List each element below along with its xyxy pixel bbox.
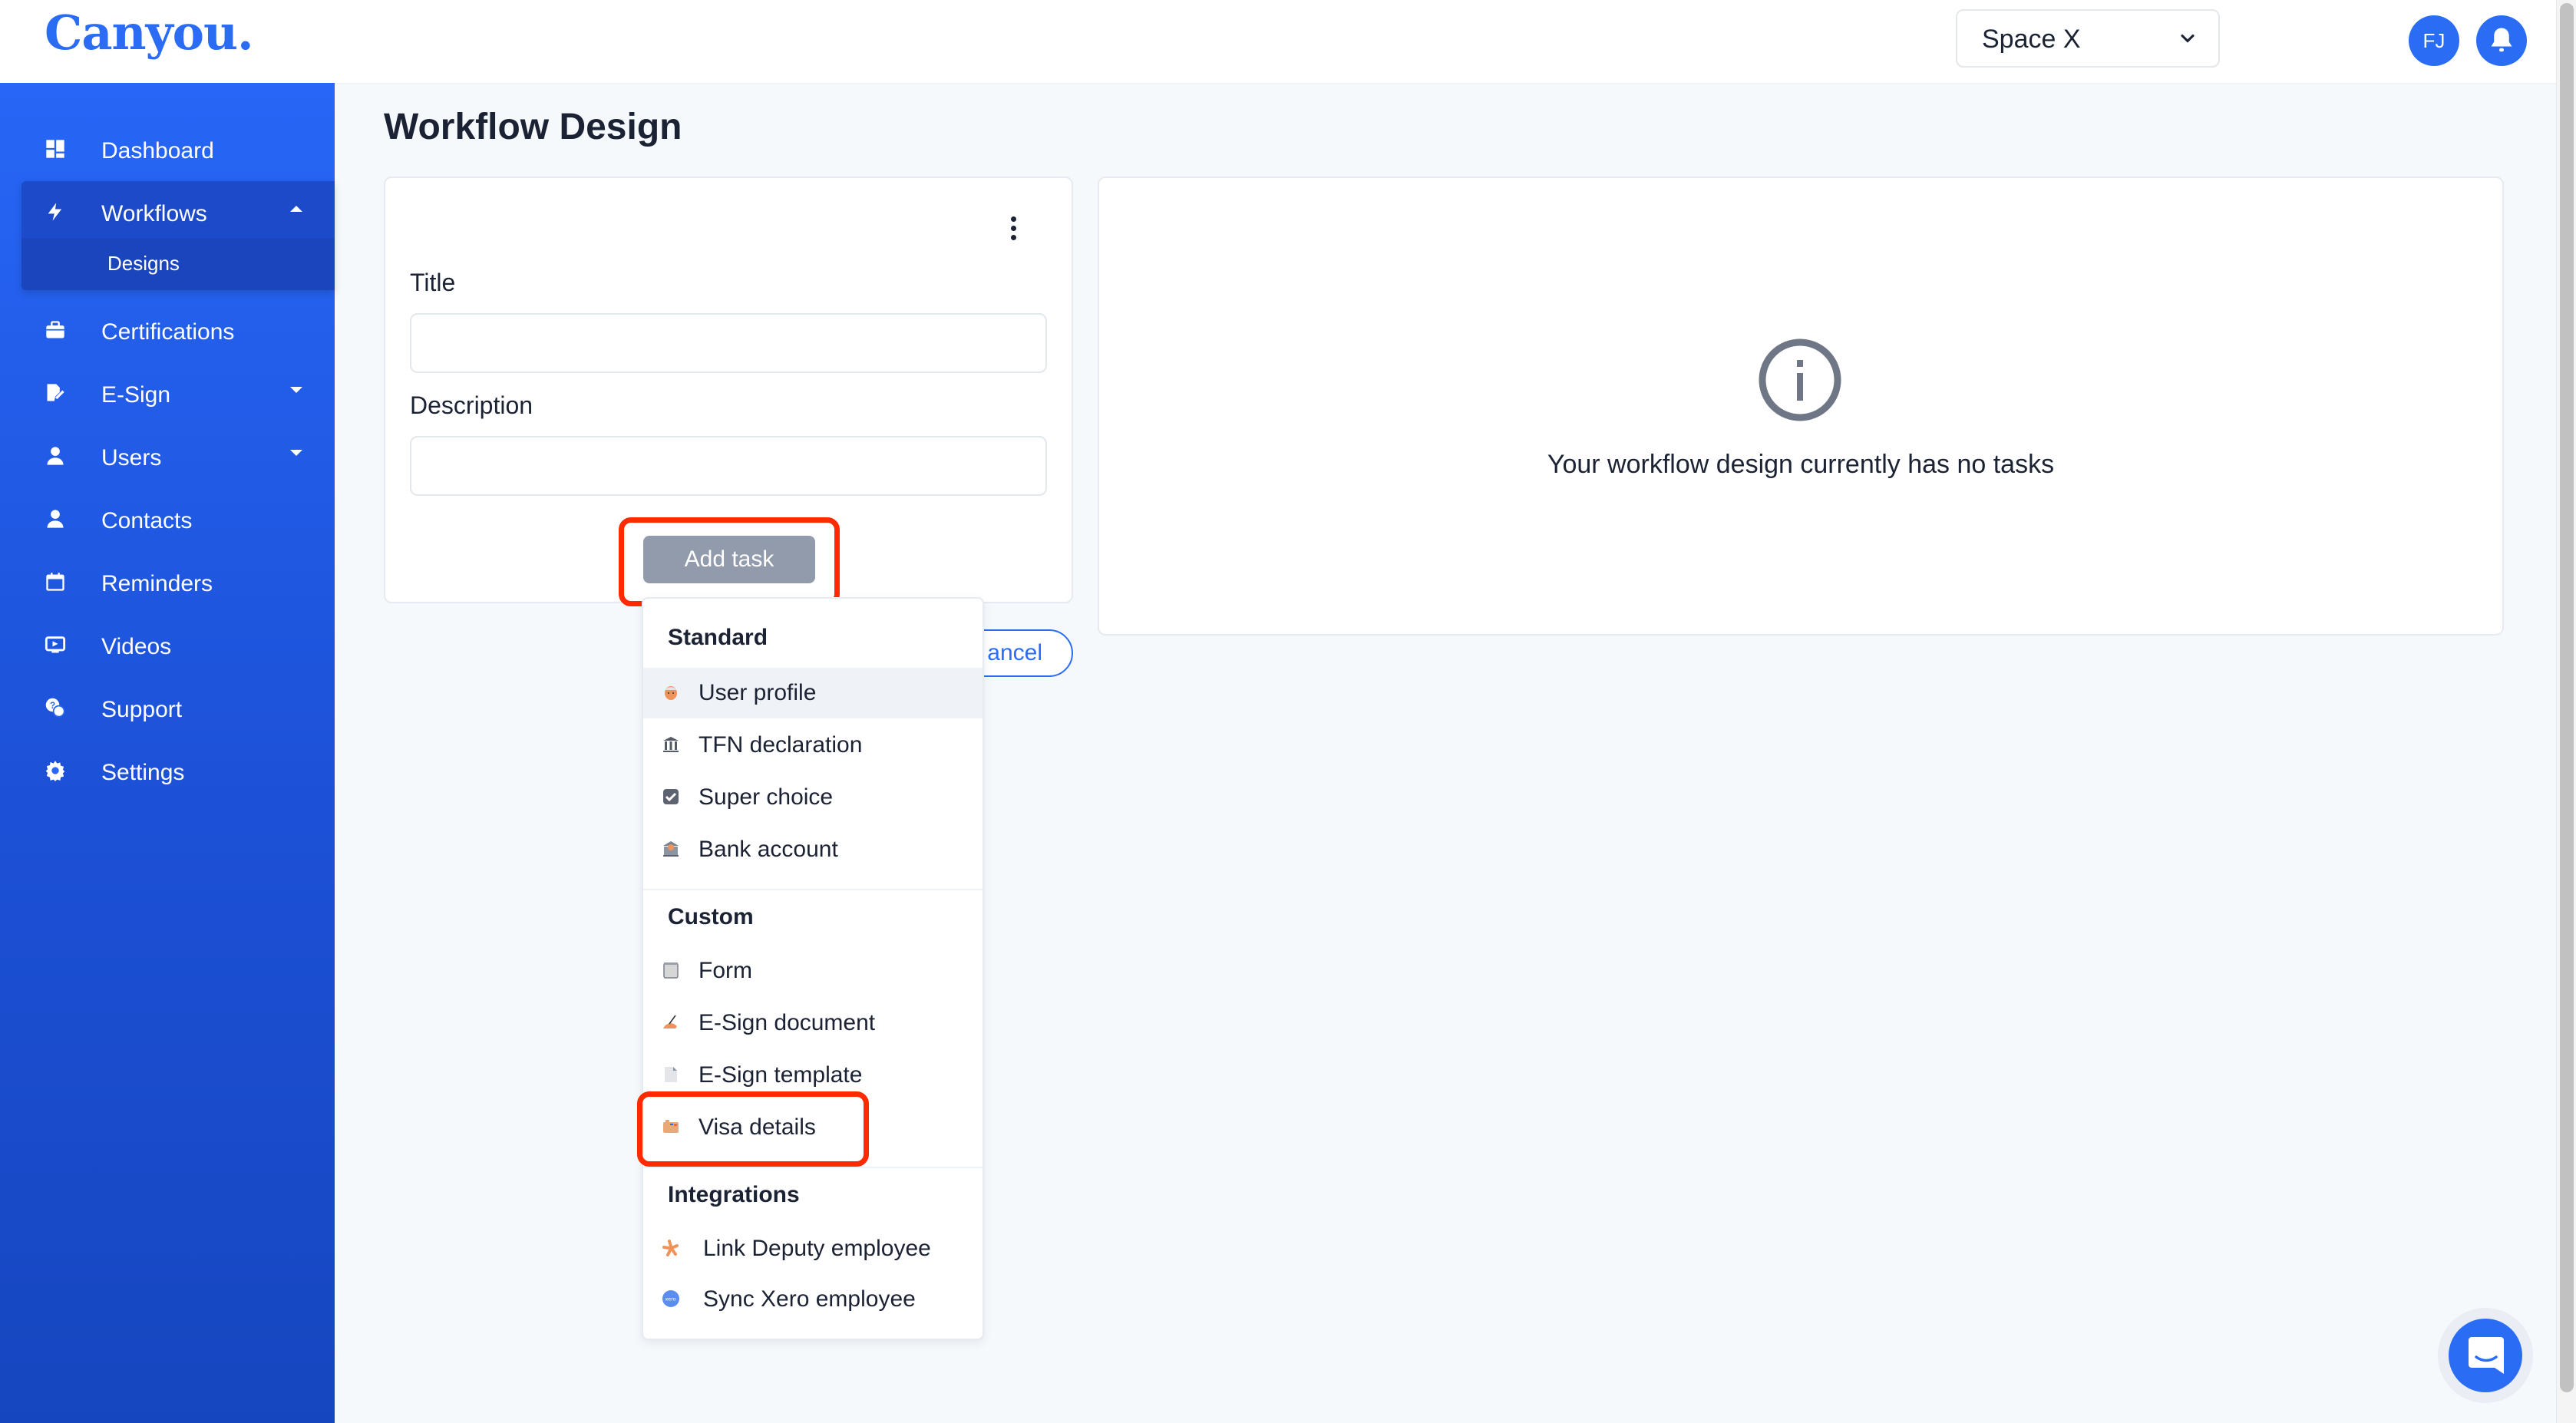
sidebar-item-workflows[interactable]: Workflows — [0, 184, 335, 246]
briefcase-icon — [46, 321, 64, 338]
sidebar-subitem-label: Designs — [107, 252, 180, 275]
sidebar-item-label: Users — [101, 445, 162, 470]
gear-icon — [45, 761, 65, 781]
sidebar-item-support[interactable]: ? Support — [0, 680, 335, 741]
support-chat-icon: ? — [45, 698, 65, 718]
bank-dollar-icon — [663, 841, 679, 857]
menu-item-visa-details[interactable]: Visa details — [643, 1102, 983, 1153]
video-icon — [45, 636, 66, 653]
menu-item-link-deputy-employee[interactable]: Link Deputy employee — [643, 1223, 983, 1274]
signature-icon — [47, 384, 64, 401]
sidebar-subitem-designs[interactable]: Designs — [21, 238, 335, 290]
sidebar-item-contacts[interactable]: Contacts — [0, 491, 335, 553]
deputy-logo-icon — [662, 1240, 679, 1256]
dashboard-icon — [46, 140, 64, 158]
menu-item-super-choice[interactable]: Super choice — [643, 772, 983, 823]
sidebar-item-dashboard[interactable]: Dashboard — [0, 121, 335, 183]
menu-item-tfn-declaration[interactable]: TFN declaration — [643, 720, 983, 771]
chevron-up-icon — [290, 206, 302, 212]
info-icon — [1759, 338, 1841, 421]
svg-text:xero: xero — [665, 1296, 676, 1302]
svg-text:?: ? — [50, 701, 55, 711]
space-select[interactable]: Space X — [1956, 9, 2220, 68]
sidebar-item-label: Workflows — [101, 201, 207, 226]
user-avatar[interactable]: FJ — [2409, 15, 2459, 66]
menu-item-e-sign-template[interactable]: E-Sign template — [643, 1050, 983, 1101]
chevron-down-icon — [2181, 34, 2195, 43]
menu-divider — [643, 1167, 983, 1168]
hand-writing-icon — [663, 1015, 677, 1028]
chat-support-button[interactable] — [2449, 1319, 2522, 1392]
menu-item-e-sign-document[interactable]: E-Sign document — [643, 998, 983, 1048]
sidebar-item-label: Settings — [101, 760, 185, 785]
description-label: Description — [410, 391, 533, 419]
sidebar-item-label: E-Sign — [101, 382, 171, 408]
menu-item-form[interactable]: Form — [643, 946, 983, 996]
sidebar-item-certifications[interactable]: Certifications — [0, 302, 335, 364]
sidebar-item-reminders[interactable]: Reminders — [0, 554, 335, 616]
page-scrollbar[interactable] — [2556, 0, 2576, 1423]
bolt-icon — [48, 203, 62, 221]
sidebar-item-e-sign[interactable]: E-Sign — [0, 365, 335, 427]
notifications-button[interactable] — [2476, 15, 2527, 66]
user-icon — [47, 510, 64, 528]
sidebar: Dashboard Workflows Designs Certificatio… — [0, 83, 335, 1423]
space-select-value: Space X — [1982, 25, 2081, 54]
user-icon — [47, 447, 64, 465]
sidebar-item-videos[interactable]: Videos — [0, 617, 335, 678]
menu-section-standard: Standard — [668, 625, 768, 650]
sidebar-item-label: Dashboard — [101, 138, 214, 163]
top-header: Canyou. Space X FJ — [0, 0, 2556, 84]
scrollbar-thumb[interactable] — [2560, 3, 2574, 1392]
sidebar-item-settings[interactable]: Settings — [0, 743, 335, 804]
title-input[interactable] — [410, 313, 1047, 373]
sidebar-item-label: Reminders — [101, 571, 213, 596]
sidebar-item-label: Contacts — [101, 508, 193, 533]
chat-icon — [2469, 1337, 2504, 1374]
sidebar-item-label: Videos — [101, 634, 172, 659]
passport-icon — [663, 1120, 679, 1133]
user-profile-icon — [665, 686, 677, 700]
sidebar-item-users[interactable]: Users — [0, 428, 335, 490]
bell-icon — [2491, 28, 2512, 52]
xero-logo-icon: xero — [662, 1290, 679, 1307]
menu-item-bank-account[interactable]: Bank account — [643, 824, 983, 875]
add-task-menu: Standard User profile TFN declaration Su… — [642, 597, 984, 1340]
chevron-down-icon — [290, 450, 302, 456]
app-logo[interactable]: Canyou. — [45, 5, 254, 61]
calendar-icon — [46, 573, 64, 591]
title-label: Title — [410, 269, 456, 296]
bank-building-icon — [663, 737, 679, 752]
sidebar-item-label: Certifications — [101, 319, 235, 345]
description-input[interactable] — [410, 436, 1047, 496]
more-options-icon[interactable] — [1006, 216, 1021, 247]
empty-state-message: Your workflow design currently has no ta… — [1547, 450, 2055, 479]
add-task-button[interactable]: Add task — [643, 536, 815, 583]
document-template-icon — [665, 1067, 677, 1082]
menu-section-integrations: Integrations — [668, 1182, 800, 1207]
sidebar-item-label: Support — [101, 697, 183, 722]
chevron-down-icon — [290, 387, 302, 393]
form-icon — [663, 962, 679, 979]
checkbox-icon — [663, 789, 679, 804]
menu-item-user-profile[interactable]: User profile — [643, 668, 983, 718]
menu-item-sync-xero-employee[interactable]: xero Sync Xero employee — [643, 1274, 983, 1325]
page-title: Workflow Design — [384, 107, 682, 147]
menu-section-custom: Custom — [668, 904, 754, 929]
menu-divider — [643, 889, 983, 890]
